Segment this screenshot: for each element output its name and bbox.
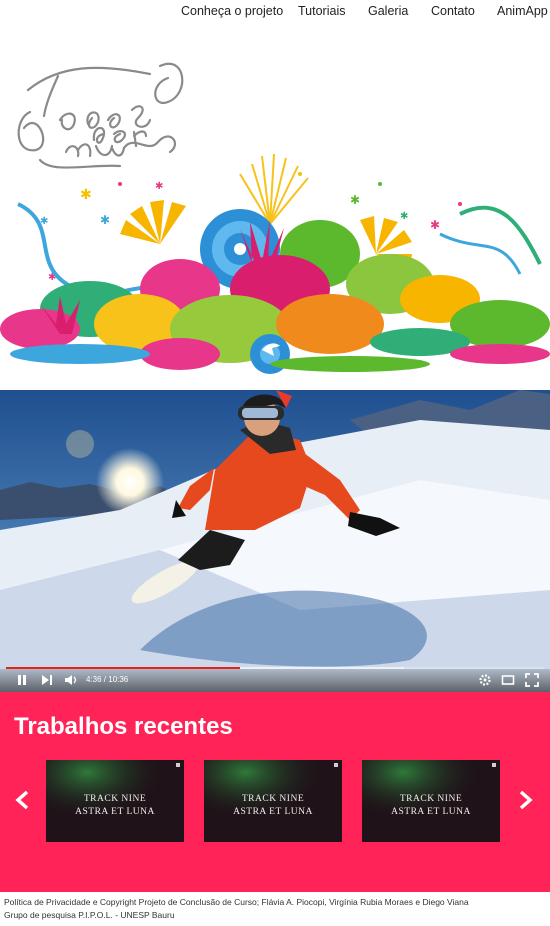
nav-item-conheca-o-projeto[interactable]: Conheça o projeto xyxy=(181,4,283,18)
svg-text:✱: ✱ xyxy=(430,218,440,232)
gear-icon[interactable] xyxy=(478,673,492,687)
svg-text:✱: ✱ xyxy=(155,181,163,192)
thumbnail-title-line1: TRACK NINE xyxy=(83,794,147,804)
hero-illustration: ✱ ✱ ✱ ✱ ✱ ✱ ✱ ✱ xyxy=(0,62,550,374)
video-player[interactable]: 4:36 / 10:36 xyxy=(0,390,550,692)
top-nav: Conheça o projeto Tutoriais Galeria Cont… xyxy=(0,0,550,24)
nav-item-contato[interactable]: Contato xyxy=(431,4,475,18)
svg-text:✱: ✱ xyxy=(100,213,110,227)
thumbnail-title-line2: ASTRA ET LUNA xyxy=(233,807,313,817)
video-time: 4:36 / 10:36 xyxy=(86,675,129,684)
recent-work-thumbnail[interactable]: TRACK NINE ASTRA ET LUNA xyxy=(362,760,500,842)
carousel-prev-arrow-icon[interactable] xyxy=(12,789,34,811)
svg-text:✱: ✱ xyxy=(400,211,408,222)
svg-text:✱: ✱ xyxy=(350,193,360,207)
footer-research-group: Grupo de pesquisa P.I.P.O.L. - UNESP Bau… xyxy=(4,910,175,920)
pause-icon[interactable] xyxy=(15,673,29,687)
footer-credits: Política de Privacidade e Copyright Proj… xyxy=(4,897,469,907)
nav-item-animapp[interactable]: AnimApp xyxy=(497,4,548,18)
fullscreen-icon[interactable] xyxy=(525,673,539,687)
nav-item-tutoriais[interactable]: Tutoriais xyxy=(298,4,345,18)
recent-works-section: Trabalhos recentes TRACK NINE ASTRA ET L… xyxy=(0,692,550,892)
thumbnail-title-line1: TRACK NINE xyxy=(241,794,305,804)
recent-work-thumbnail[interactable]: TRACK NINE ASTRA ET LUNA xyxy=(46,760,184,842)
video-frame xyxy=(0,390,550,692)
theater-icon[interactable] xyxy=(501,673,515,687)
thumbnail-title-line2: ASTRA ET LUNA xyxy=(75,807,155,817)
thumbnail-title-line2: ASTRA ET LUNA xyxy=(391,807,471,817)
next-icon[interactable] xyxy=(40,673,54,687)
thumbnail-title-line1: TRACK NINE xyxy=(399,794,463,804)
recent-works-title: Trabalhos recentes xyxy=(14,713,233,740)
footer: Política de Privacidade e Copyright Proj… xyxy=(0,892,550,926)
video-controls: 4:36 / 10:36 xyxy=(0,669,550,692)
carousel-next-arrow-icon[interactable] xyxy=(514,789,536,811)
hero-banner: ✱ ✱ ✱ ✱ ✱ ✱ ✱ ✱ xyxy=(0,24,550,390)
volume-icon[interactable] xyxy=(64,673,78,687)
nav-item-galeria[interactable]: Galeria xyxy=(368,4,408,18)
svg-text:✱: ✱ xyxy=(80,187,92,203)
todos-por-um-logo xyxy=(17,62,184,169)
recent-work-thumbnail[interactable]: TRACK NINE ASTRA ET LUNA xyxy=(204,760,342,842)
